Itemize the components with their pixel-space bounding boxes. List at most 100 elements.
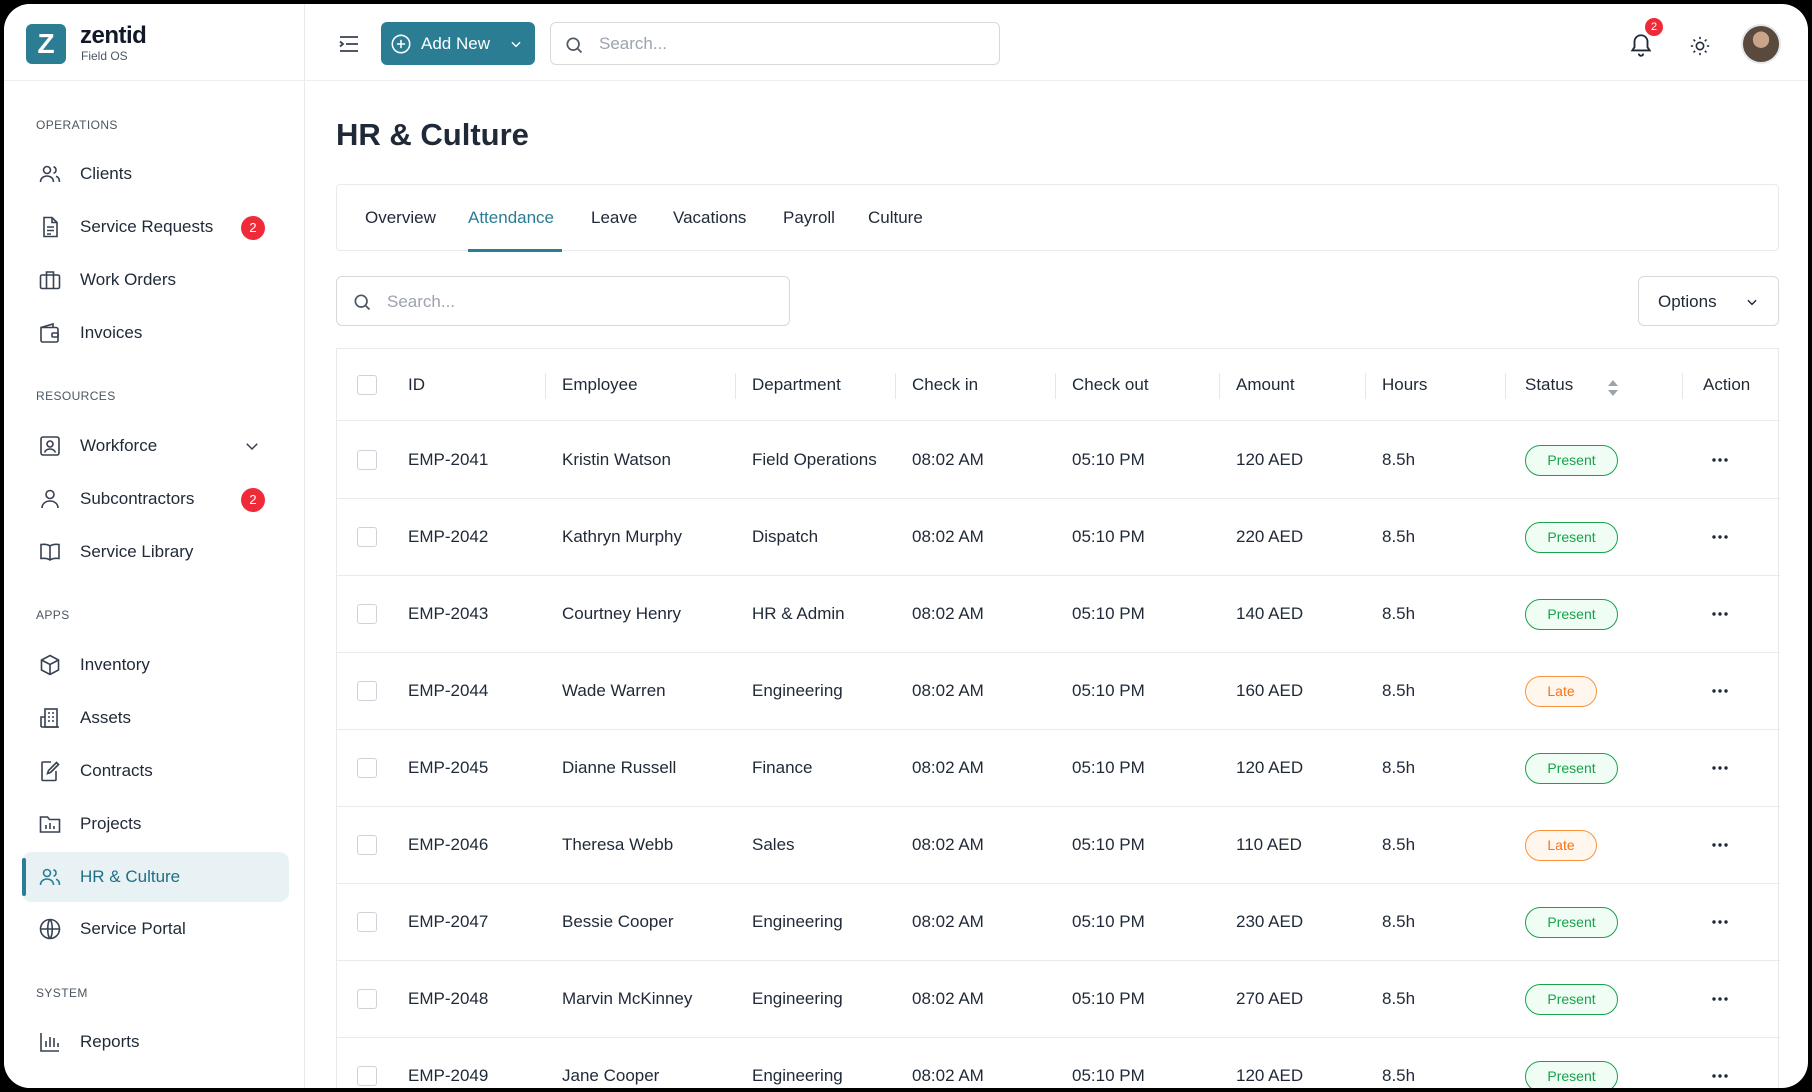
cell-check-out: 05:10 PM [1072, 912, 1145, 931]
cell-amount: 120 AED [1236, 758, 1304, 777]
avatar[interactable] [1741, 24, 1781, 64]
status-badge: Present [1525, 753, 1618, 784]
status-badge: Late [1525, 676, 1597, 707]
user-icon [41, 489, 59, 509]
table-row[interactable]: EMP-2044 Wade Warren Engineering 08:02 AM 05… [337, 653, 1780, 730]
table-row[interactable]: EMP-2049 Jane Cooper Engineering 08:02 AM 05… [337, 1038, 1780, 1088]
table-row[interactable]: EMP-2046 Theresa Webb Sales 08:02 AM 05:10 P… [337, 807, 1780, 884]
more-actions-icon[interactable] [1709, 452, 1731, 468]
more-actions-icon[interactable] [1709, 1068, 1731, 1084]
sidebar-item-invoices[interactable]: Invoices [22, 308, 289, 358]
app-window: Z zentid Field OS OPERATIONS Clients Ser… [4, 4, 1808, 1088]
select-all-checkbox[interactable] [357, 375, 377, 395]
notification-badge: 2 [241, 216, 265, 240]
cell-id: EMP-2049 [408, 1066, 489, 1085]
cell-department: Engineering [752, 1066, 843, 1085]
table-row[interactable]: EMP-2048 Marvin McKinney Engineering 08:02 … [337, 961, 1780, 1038]
row-checkbox[interactable] [357, 989, 377, 1009]
table-row[interactable]: EMP-2042 Kathryn Murphy Dispatch 08:02 AM 05… [337, 499, 1780, 576]
more-actions-icon[interactable] [1709, 683, 1731, 699]
tab-leave[interactable]: Leave [591, 208, 637, 228]
more-actions-icon[interactable] [1709, 991, 1731, 1007]
more-actions-icon[interactable] [1709, 606, 1731, 622]
notification-badge: 2 [241, 488, 265, 512]
sidebar-item-service-library[interactable]: Service Library [22, 527, 289, 577]
row-checkbox[interactable] [357, 912, 377, 932]
cell-hours: 8.5h [1382, 681, 1416, 700]
cell-check-in: 08:02 AM [912, 450, 984, 469]
users-icon [39, 868, 61, 886]
table-row[interactable]: EMP-2047 Bessie Cooper Engineering 08:02 AM… [337, 884, 1780, 961]
column-divider [545, 373, 546, 399]
more-actions-icon[interactable] [1709, 837, 1731, 853]
cell-check-in: 08:02 AM [912, 1066, 984, 1085]
sidebar-item-reports[interactable]: Reports [22, 1017, 289, 1067]
sun-icon[interactable] [1689, 35, 1711, 57]
global-search[interactable] [550, 22, 1000, 65]
tab-culture[interactable]: Culture [868, 208, 923, 228]
bell-icon[interactable] [1628, 32, 1654, 58]
sidebar-item-clients[interactable]: Clients [22, 149, 289, 199]
table-search-input[interactable] [387, 291, 777, 313]
cell-employee: Kristin Watson [562, 450, 671, 469]
sidebar-item-contracts[interactable]: Contracts [22, 746, 289, 796]
column-header-id: ID [408, 375, 425, 394]
table-row[interactable]: EMP-2045 Dianne Russell Finance 08:02 AM 05:… [337, 730, 1780, 807]
options-button[interactable]: Options [1638, 276, 1779, 326]
status-badge: Present [1525, 984, 1618, 1015]
cell-check-out: 05:10 PM [1072, 835, 1145, 854]
logo-icon[interactable]: Z [26, 24, 66, 64]
tab-overview[interactable]: Overview [365, 208, 436, 228]
chevron-down-icon [511, 41, 521, 48]
sidebar-item-work-orders[interactable]: Work Orders [22, 255, 289, 305]
cell-hours: 8.5h [1382, 758, 1416, 777]
more-actions-icon[interactable] [1709, 760, 1731, 776]
global-search-input[interactable] [599, 33, 979, 55]
sidebar-item-label: Assets [80, 708, 132, 727]
row-checkbox[interactable] [357, 527, 377, 547]
sidebar-item-subcontractors[interactable]: Subcontractors 2 [22, 474, 289, 524]
table-row[interactable]: EMP-2041 Kristin Watson Field Operations 08… [337, 422, 1780, 499]
column-header-check-in: Check in [912, 375, 979, 394]
column-header-amount: Amount [1236, 375, 1295, 394]
sort-icon[interactable] [1607, 379, 1619, 397]
table-search[interactable] [336, 276, 790, 326]
cell-check-in: 08:02 AM [912, 681, 984, 700]
column-divider [1365, 373, 1366, 399]
row-checkbox[interactable] [357, 835, 377, 855]
cell-hours: 8.5h [1382, 912, 1416, 931]
sidebar-item-assets[interactable]: Assets [22, 693, 289, 743]
sidebar-item-workforce[interactable]: Workforce [22, 421, 289, 471]
plus-circle-icon [391, 34, 411, 54]
sidebar-item-label: Service Requests [80, 217, 214, 236]
cell-department: Sales [752, 835, 795, 854]
add-new-button[interactable]: Add New [381, 22, 535, 65]
row-checkbox[interactable] [357, 758, 377, 778]
sidebar-item-hr-culture[interactable]: HR & Culture [22, 852, 289, 902]
table-row[interactable]: EMP-2043 Courtney Henry HR & Admin 08:02 AM… [337, 576, 1780, 653]
more-actions-icon[interactable] [1709, 529, 1731, 545]
cell-id: EMP-2048 [408, 989, 489, 1008]
row-checkbox[interactable] [357, 681, 377, 701]
menu-toggle-icon[interactable] [338, 34, 360, 54]
chevron-down-icon[interactable] [243, 437, 261, 455]
tab-attendance[interactable]: Attendance [468, 208, 554, 228]
sidebar-item-projects[interactable]: Projects [22, 799, 289, 849]
column-divider [1505, 373, 1506, 399]
row-checkbox[interactable] [357, 450, 377, 470]
row-checkbox[interactable] [357, 604, 377, 624]
sidebar-item-service-portal[interactable]: Service Portal [22, 904, 289, 954]
sidebar-item-label: Clients [80, 164, 132, 183]
tab-payroll[interactable]: Payroll [783, 208, 835, 228]
tab-vacations[interactable]: Vacations [673, 208, 746, 228]
sidebar-item-inventory[interactable]: Inventory [22, 640, 289, 690]
cell-employee: Wade Warren [562, 681, 666, 700]
cell-check-out: 05:10 PM [1072, 527, 1145, 546]
attendance-table: ID Employee Department Check in Check ou… [336, 348, 1780, 1088]
sidebar-item-label: Service Library [80, 542, 194, 561]
sidebar-item-service-requests[interactable]: Service Requests 2 [22, 202, 289, 252]
brand: Z zentid Field OS [4, 4, 305, 81]
column-header-status[interactable]: Status [1525, 375, 1573, 395]
row-checkbox[interactable] [357, 1066, 377, 1086]
more-actions-icon[interactable] [1709, 914, 1731, 930]
